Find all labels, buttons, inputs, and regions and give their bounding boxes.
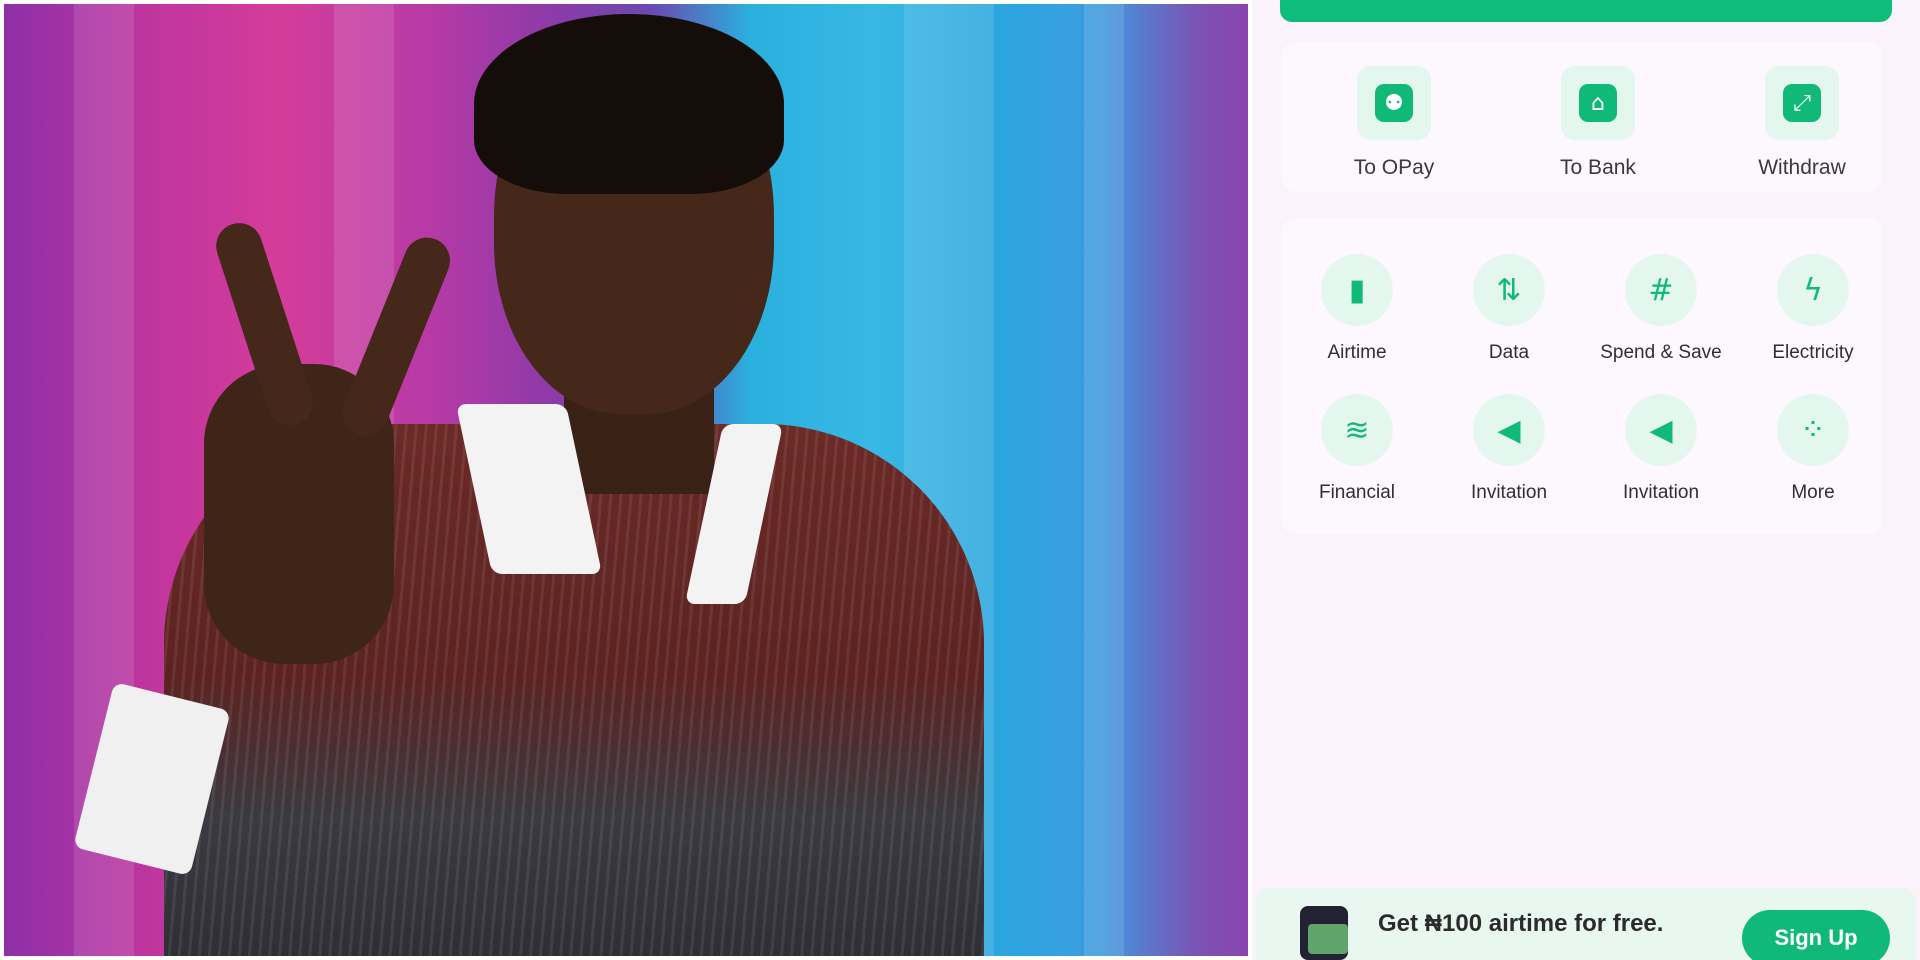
service-electricity[interactable]: ϟ Electricity: [1738, 254, 1888, 364]
bulb-icon: ϟ: [1777, 254, 1849, 326]
person-card-icon: ⚉: [1357, 66, 1431, 140]
curtain-fold: [1084, 4, 1124, 956]
service-financial[interactable]: ≋ Financial: [1282, 394, 1432, 504]
hair: [474, 14, 784, 194]
action-withdraw[interactable]: ⤢ Withdraw: [1722, 66, 1882, 180]
bank-icon: ⌂: [1561, 66, 1635, 140]
service-label: Invitation: [1622, 482, 1700, 503]
service-label: Data: [1488, 342, 1530, 363]
megaphone-icon: ◀: [1473, 394, 1545, 466]
service-label: More: [1791, 482, 1835, 503]
service-label: Airtime: [1327, 342, 1387, 363]
phone-cash-icon: [1300, 906, 1348, 960]
service-airtime[interactable]: ▮ Airtime: [1282, 254, 1432, 364]
megaphone-icon: ◀: [1625, 394, 1697, 466]
action-to-bank[interactable]: ⌂ To Bank: [1518, 66, 1678, 180]
withdraw-icon: ⤢: [1765, 66, 1839, 140]
service-label: Electricity: [1772, 342, 1854, 363]
action-label: Withdraw: [1758, 156, 1846, 179]
top-balance-bar: [1280, 0, 1892, 22]
phone-data-icon: ⇅: [1473, 254, 1545, 326]
action-to-opay[interactable]: ⚉ To OPay: [1314, 66, 1474, 180]
opay-app-screen: ⚉ To OPay ⌂ To Bank ⤢ Withdraw ▮ Airtime…: [1252, 0, 1920, 960]
action-label: To OPay: [1353, 156, 1435, 179]
service-label: Financial: [1318, 482, 1396, 503]
service-invitation[interactable]: ◀ Invitation: [1586, 394, 1736, 504]
service-spend-save[interactable]: # Spend & Save: [1586, 254, 1736, 364]
service-label: Invitation: [1470, 482, 1548, 503]
phone-signal-icon: ▮: [1321, 254, 1393, 326]
person-photo: [4, 4, 1248, 956]
money-bag-icon: #: [1625, 254, 1697, 326]
service-label: Spend & Save: [1600, 342, 1722, 363]
services-card: ▮ Airtime ⇅ Data # Spend & Save ϟ Electr…: [1282, 218, 1882, 534]
promo-text: Get ₦100 airtime for free.: [1378, 910, 1664, 937]
promo-banner: Get ₦100 airtime for free. Sign Up: [1256, 888, 1916, 960]
action-label: To Bank: [1560, 156, 1636, 179]
sign-up-button[interactable]: Sign Up: [1742, 910, 1890, 960]
service-data[interactable]: ⇅ Data: [1434, 254, 1584, 364]
more-grid-icon: ⁘: [1777, 394, 1849, 466]
coins-icon: ≋: [1321, 394, 1393, 466]
service-invitation[interactable]: ◀ Invitation: [1434, 394, 1584, 504]
service-more[interactable]: ⁘ More: [1738, 394, 1888, 504]
transfer-card: ⚉ To OPay ⌂ To Bank ⤢ Withdraw: [1282, 42, 1882, 192]
